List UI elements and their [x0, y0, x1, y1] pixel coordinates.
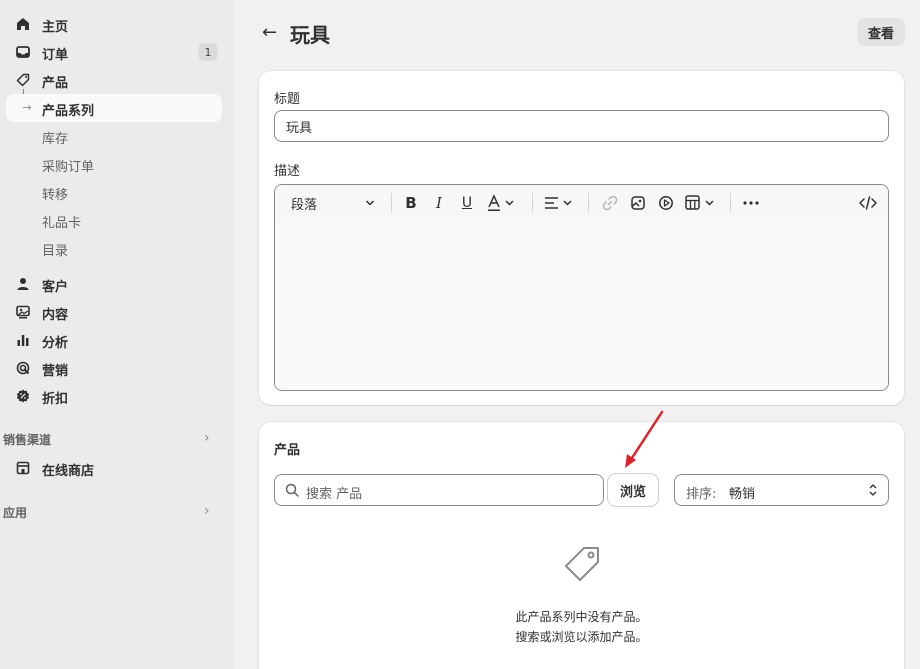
empty-state-hint: 搜索或浏览以添加产品。: [515, 630, 648, 644]
description-textarea[interactable]: [275, 221, 888, 390]
browse-button[interactable]: 浏览: [608, 474, 658, 506]
sidebar-item-online-store[interactable]: 在线商店: [6, 454, 222, 482]
sidebar-item-label: 主页: [42, 20, 69, 35]
editor-toolbar: 段落 B I U: [275, 185, 888, 221]
sidebar-item-label: 客户: [42, 280, 69, 295]
sidebar-item-label: 订单: [42, 48, 69, 63]
sidebar-item-label: 产品系列: [42, 104, 95, 119]
home-icon: [16, 17, 30, 31]
sort-value: 畅销: [729, 487, 756, 502]
back-arrow-icon[interactable]: ←: [262, 22, 277, 43]
sidebar-item-label: 库存: [42, 132, 69, 147]
details-card: 标题 玩具 描述 段落 B I U: [259, 71, 904, 405]
products-heading: 产品: [274, 443, 301, 458]
select-arrows-icon: [869, 484, 877, 496]
title-label: 标题: [274, 92, 301, 107]
align-icon[interactable]: [544, 194, 574, 212]
format-select[interactable]: 段落: [291, 194, 381, 213]
sidebar-item-label: 分析: [42, 336, 69, 351]
sidebar-item-products[interactable]: 产品: [6, 66, 222, 94]
sidebar-item-customers[interactable]: 客户: [6, 270, 222, 298]
search-icon: [285, 483, 299, 497]
description-editor: 段落 B I U: [274, 184, 889, 391]
sidebar-item-content[interactable]: 内容: [6, 298, 222, 326]
sales-channels-heading[interactable]: 销售渠道: [3, 431, 51, 448]
toolbar-divider: [588, 193, 589, 213]
bar-chart-icon: [16, 333, 30, 347]
toolbar-divider: [532, 193, 533, 213]
sidebar-item-label: 在线商店: [42, 464, 95, 479]
sidebar-item-collections[interactable]: → 产品系列: [6, 94, 222, 122]
view-button[interactable]: 查看: [857, 18, 905, 46]
sidebar-item-label: 礼品卡: [42, 216, 82, 231]
search-placeholder: 搜索 产品: [306, 487, 363, 502]
sidebar-item-label: 采购订单: [42, 160, 95, 175]
store-icon: [16, 461, 30, 475]
sidebar-item-label: 内容: [42, 308, 69, 323]
empty-state-message: 此产品系列中没有产品。: [515, 610, 648, 624]
sidebar-item-label: 营销: [42, 364, 69, 379]
sidebar-item-catalogs[interactable]: 目录: [6, 234, 222, 262]
format-select-value: 段落: [291, 197, 318, 213]
chevron-right-icon[interactable]: ›: [204, 503, 210, 519]
page-title: 玩具: [290, 23, 330, 47]
product-search-input[interactable]: 搜索 产品: [274, 474, 604, 506]
chevron-right-icon[interactable]: ›: [204, 430, 210, 446]
description-label: 描述: [274, 164, 301, 179]
empty-tag-icon: [565, 547, 599, 581]
image-icon[interactable]: [629, 194, 647, 212]
apps-heading[interactable]: 应用: [3, 504, 27, 521]
sidebar: 主页 订单 1 产品 → 产品系列 库存 采购订单 转移 礼品卡 目录 客户 内…: [0, 0, 234, 669]
toolbar-divider: [391, 193, 392, 213]
more-icon[interactable]: [742, 194, 760, 212]
sidebar-item-orders[interactable]: 订单 1: [6, 38, 222, 66]
sidebar-item-inventory[interactable]: 库存: [6, 122, 222, 150]
sidebar-item-home[interactable]: 主页: [6, 10, 222, 38]
inbox-icon: [16, 45, 30, 59]
table-icon[interactable]: [685, 194, 717, 212]
orders-count-badge: 1: [198, 43, 218, 61]
title-input[interactable]: 玩具: [274, 110, 889, 142]
sidebar-item-discounts[interactable]: 折扣: [6, 382, 222, 410]
title-input-value: 玩具: [286, 120, 313, 136]
content-icon: [16, 305, 30, 319]
discount-icon: [16, 389, 30, 403]
text-color-icon[interactable]: [487, 194, 517, 212]
sort-label: 排序:: [686, 487, 717, 502]
underline-icon[interactable]: U: [458, 194, 476, 212]
chevron-down-icon: [365, 200, 375, 206]
video-icon[interactable]: [657, 194, 675, 212]
person-icon: [16, 277, 30, 291]
sort-select[interactable]: 排序: 畅销: [674, 474, 889, 506]
code-icon[interactable]: [858, 194, 878, 212]
sidebar-item-transfers[interactable]: 转移: [6, 178, 222, 206]
sidebar-item-label: 折扣: [42, 392, 69, 407]
sidebar-item-marketing[interactable]: 营销: [6, 354, 222, 382]
sidebar-item-analytics[interactable]: 分析: [6, 326, 222, 354]
annotation-arrow: [625, 410, 664, 468]
toolbar-divider: [730, 193, 731, 213]
arrow-right-icon: →: [22, 100, 32, 114]
tag-icon: [16, 73, 30, 87]
italic-icon[interactable]: I: [430, 194, 448, 212]
sidebar-item-label: 目录: [42, 244, 69, 259]
sidebar-item-label: 产品: [42, 76, 69, 91]
products-card: 产品 搜索 产品 浏览 排序: 畅销 此产品系列中没有产品。 搜索或浏览以添加产…: [259, 422, 904, 669]
sidebar-item-purchase-orders[interactable]: 采购订单: [6, 150, 222, 178]
target-icon: [16, 361, 30, 375]
sidebar-item-gift-cards[interactable]: 礼品卡: [6, 206, 222, 234]
sidebar-item-label: 转移: [42, 188, 69, 203]
bold-icon[interactable]: B: [402, 194, 420, 212]
link-icon[interactable]: [601, 194, 619, 212]
